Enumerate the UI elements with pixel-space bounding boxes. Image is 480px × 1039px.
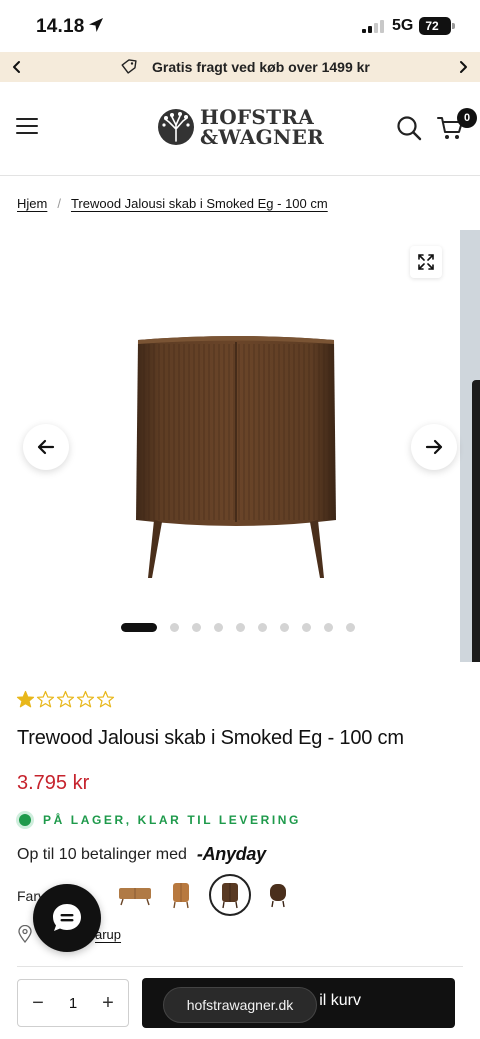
gallery-dot[interactable] [214, 622, 223, 632]
financing-info: Op til 10 betalinger med -Anyday [17, 844, 266, 865]
tag-icon [121, 59, 137, 74]
chevron-right-icon[interactable] [454, 58, 472, 76]
gallery-dot[interactable] [192, 622, 201, 632]
breadcrumb-home-link[interactable]: Hjem [17, 196, 47, 211]
swatch-natural-cabinet[interactable] [161, 875, 201, 915]
quantity-increase-button[interactable]: + [100, 993, 116, 1013]
gallery-dot[interactable] [346, 622, 355, 632]
swatch-oak-sideboard[interactable] [115, 875, 155, 915]
logo-line1: HOFSTRA [200, 105, 315, 129]
swatch-dark-round-cabinet[interactable] [258, 875, 298, 915]
next-slide-preview-detail [472, 380, 480, 662]
cellular-signal-icon [362, 20, 384, 33]
breadcrumb-current-link[interactable]: Trewood Jalousi skab i Smoked Eg - 100 c… [71, 196, 328, 211]
battery-icon: 72 [419, 17, 455, 35]
location-arrow-icon [89, 18, 103, 32]
hamburger-menu-icon[interactable] [16, 118, 38, 136]
add-to-cart-label: il kurv [319, 992, 361, 1009]
gallery-next-button[interactable] [411, 424, 457, 470]
network-type: 5G [392, 17, 414, 34]
site-header: HOFSTRA &WAGNER 0 [0, 82, 480, 176]
quantity-stepper: − 1 + [17, 979, 129, 1027]
expand-icon [418, 254, 434, 270]
oak-sideboard-thumbnail [119, 888, 151, 906]
status-bar: 14.18 5G 72 [0, 0, 480, 52]
gallery-dot[interactable] [302, 622, 311, 632]
gallery-dot[interactable] [258, 622, 267, 632]
natural-cabinet-thumbnail [173, 883, 189, 909]
smoked-cabinet-thumbnail [222, 883, 238, 909]
gallery-dot[interactable] [170, 622, 179, 632]
browser-url-pill[interactable]: hofstrawagner.dk [163, 987, 317, 1023]
map-pin-icon [18, 925, 32, 943]
chevron-left-icon[interactable] [8, 58, 26, 76]
finance-text: Op til 10 betalinger med [17, 845, 187, 863]
breadcrumb-separator: / [57, 195, 61, 211]
chat-bubble-icon [53, 904, 81, 931]
chat-button[interactable] [33, 884, 101, 952]
status-time: 14.18 [36, 16, 85, 37]
stock-text: PÅ LAGER, KLAR TIL LEVERING [43, 813, 301, 827]
quantity-decrease-button[interactable]: − [30, 993, 46, 1013]
rating-stars[interactable] [16, 690, 115, 709]
star-filled-icon [16, 690, 35, 708]
arrow-right-icon [425, 439, 443, 455]
divider [17, 966, 463, 967]
product-title: Trewood Jalousi skab i Smoked Eg - 100 c… [17, 727, 404, 749]
cart-count-badge: 0 [457, 108, 477, 128]
battery-level: 72 [425, 19, 439, 33]
gallery-pagination [121, 622, 355, 632]
stock-indicator-icon [19, 814, 31, 826]
product-gallery[interactable] [0, 230, 480, 662]
logo-line2: &WAGNER [200, 125, 325, 149]
gallery-dot[interactable] [236, 622, 245, 632]
gallery-dot[interactable] [280, 622, 289, 632]
star-empty-icon [36, 690, 55, 708]
promo-content: Gratis fragt ved køb over 1499 kr [120, 52, 370, 82]
search-icon[interactable] [396, 115, 422, 141]
zoom-fullscreen-button[interactable] [410, 246, 442, 278]
star-empty-icon [96, 690, 115, 708]
product-price: 3.795 kr [17, 772, 90, 794]
stock-status: PÅ LAGER, KLAR TIL LEVERING [19, 813, 301, 827]
gallery-dot[interactable] [121, 622, 157, 632]
tree-logo-icon [158, 109, 194, 145]
breadcrumb: Hjem / Trewood Jalousi skab i Smoked Eg … [17, 194, 328, 212]
arrow-left-icon [37, 439, 55, 455]
star-empty-icon [76, 690, 95, 708]
anyday-logo: -Anyday [196, 844, 266, 864]
swatch-smoked-cabinet[interactable] [209, 874, 251, 916]
announcement-bar: Gratis fragt ved køb over 1499 kr [0, 52, 480, 82]
quantity-value[interactable]: 1 [69, 995, 77, 1012]
star-empty-icon [56, 690, 75, 708]
product-image[interactable] [130, 334, 342, 584]
logo[interactable]: HOFSTRA &WAGNER [156, 104, 326, 150]
gallery-prev-button[interactable] [23, 424, 69, 470]
promo-text: Gratis fragt ved køb over 1499 kr [152, 59, 370, 75]
dark-round-cabinet-thumbnail [270, 884, 286, 908]
gallery-dot[interactable] [324, 622, 333, 632]
